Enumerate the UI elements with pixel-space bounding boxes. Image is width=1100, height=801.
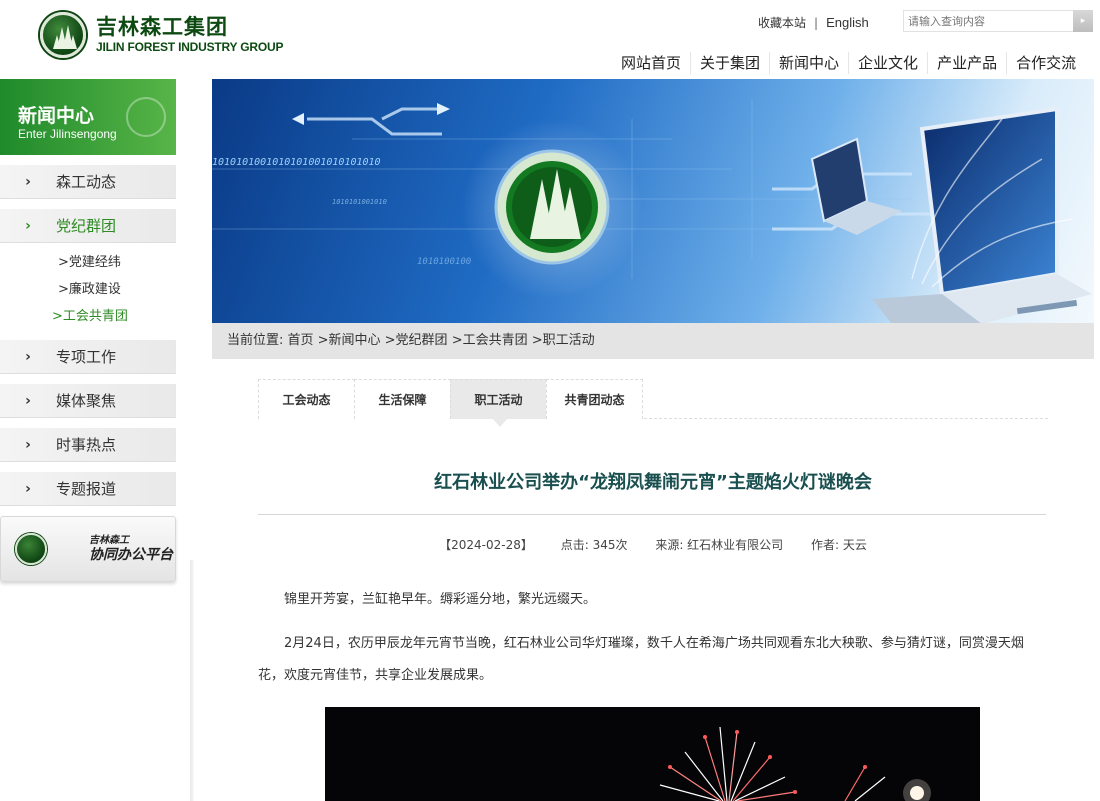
sidebar-item-label: 党纪群团 <box>56 217 117 235</box>
sidebar-item-label: 时事热点 <box>56 436 117 454</box>
nav-item-products[interactable]: 产业产品 <box>927 52 1006 74</box>
sidebar: 新闻中心 Enter Jilinsengong › 森工动态 › 党纪群团 >党… <box>0 79 176 582</box>
article-photo <box>325 707 980 801</box>
chevron-right-icon: › <box>25 173 31 190</box>
logo-subtitle: JILIN FOREST INDUSTRY GROUP <box>96 40 284 54</box>
chevron-right-icon: › <box>25 480 31 497</box>
tab-staff-activities[interactable]: 职工活动 <box>450 379 547 427</box>
sidebar-item-hot-topics[interactable]: › 时事热点 <box>0 428 176 462</box>
top-link-separator: | <box>814 15 819 30</box>
sidebar-sub-list: >党建经纬 >廉政建设 >工会共青团 <box>0 243 176 330</box>
nav-item-cooperation[interactable]: 合作交流 <box>1006 52 1085 74</box>
sidebar-item-forest-news[interactable]: › 森工动态 <box>0 165 176 199</box>
sidebar-item-party-groups[interactable]: › 党纪群团 <box>0 209 176 243</box>
article-title: 红石林业公司举办“龙翔凤舞闹元宵”主题焰火灯谜晚会 <box>434 472 872 493</box>
nav-item-news[interactable]: 新闻中心 <box>769 52 848 74</box>
article-meta: 【2024-02-28】 点击: 345次 来源: 红石林业有限公司 作者: 天… <box>258 536 1048 553</box>
top-links: 收藏本站 | English <box>758 14 869 31</box>
logo-title: 吉林森工集团 <box>96 15 228 39</box>
sidebar-item-special-work[interactable]: › 专项工作 <box>0 340 176 374</box>
sidebar-item-media-focus[interactable]: › 媒体聚焦 <box>0 384 176 418</box>
site-logo[interactable]: 吉林森工集团 JILIN FOREST INDUSTRY GROUP <box>40 12 283 58</box>
nav-item-home[interactable]: 网站首页 <box>612 52 690 74</box>
search-box: ▸ <box>903 10 1093 32</box>
sidebar-subitem-union-youth[interactable]: >工会共青团 <box>0 303 176 330</box>
tab-youth-league[interactable]: 共青团动态 <box>546 379 643 419</box>
article-date: 【2024-02-28】 <box>439 538 533 552</box>
sidebar-header: 新闻中心 Enter Jilinsengong <box>0 79 176 155</box>
nav-item-about[interactable]: 关于集团 <box>690 52 769 74</box>
english-link[interactable]: English <box>826 15 869 30</box>
chevron-right-icon: › <box>25 436 31 453</box>
article-source: 来源: 红石林业有限公司 <box>655 538 784 552</box>
tab-union-news[interactable]: 工会动态 <box>258 379 355 419</box>
sidebar-item-label: 专题报道 <box>56 480 117 498</box>
breadcrumb: 当前位置: 首页 >新闻中心 >党纪群团 >工会共青团 >职工活动 <box>212 323 1094 359</box>
sidebar-item-label: 专项工作 <box>56 348 117 366</box>
platform-line1: 吉林森工 <box>89 534 129 546</box>
article-paragraph: 锦里开芳宴，兰缸艳早年。缛彩遥分地，繁光远缀天。 <box>284 592 597 607</box>
sidebar-subitem-integrity[interactable]: >廉政建设 <box>0 276 176 303</box>
chevron-right-icon: › <box>25 348 31 365</box>
platform-logo-icon <box>15 533 47 565</box>
title-divider <box>258 514 1046 515</box>
sidebar-divider <box>190 560 194 801</box>
office-platform-button[interactable]: 吉林森工 协同办公平台 <box>0 516 176 582</box>
logo-emblem-icon <box>40 12 86 58</box>
chevron-right-icon: › <box>25 217 31 234</box>
nav-item-culture[interactable]: 企业文化 <box>848 52 927 74</box>
bookmark-link[interactable]: 收藏本站 <box>758 14 806 31</box>
search-input[interactable] <box>903 10 1073 32</box>
category-tabs: 工会动态 生活保障 职工活动 共青团动态 <box>258 379 1048 427</box>
sidebar-item-special-reports[interactable]: › 专题报道 <box>0 472 176 506</box>
main-nav: 网站首页 关于集团 新闻中心 企业文化 产业产品 合作交流 <box>612 52 1085 74</box>
sidebar-subitem-party-building[interactable]: >党建经纬 <box>0 249 176 276</box>
banner-binary-1: 1010101001010101001010101010 <box>212 157 381 168</box>
tab-life-support[interactable]: 生活保障 <box>354 379 451 419</box>
watermark-logo-icon <box>126 97 166 137</box>
article-paragraph: 2月24日，农历甲辰龙年元宵节当晚，红石林业公司华灯璀璨，数千人在希海广场共同观… <box>258 636 1024 683</box>
search-button[interactable]: ▸ <box>1073 10 1093 32</box>
article-author: 作者: 天云 <box>811 538 867 552</box>
sidebar-item-label: 媒体聚焦 <box>56 392 117 410</box>
article-clicks: 点击: 345次 <box>560 538 628 552</box>
banner-binary-2: 1010101001010 <box>332 198 387 206</box>
banner-binary-3: 1010100100 <box>417 257 471 267</box>
platform-line2: 协同办公平台 <box>89 546 173 563</box>
banner-image: 1010101001010101001010101010 10101010010… <box>212 79 1094 323</box>
chevron-right-icon: › <box>25 392 31 409</box>
sidebar-item-label: 森工动态 <box>56 173 117 191</box>
